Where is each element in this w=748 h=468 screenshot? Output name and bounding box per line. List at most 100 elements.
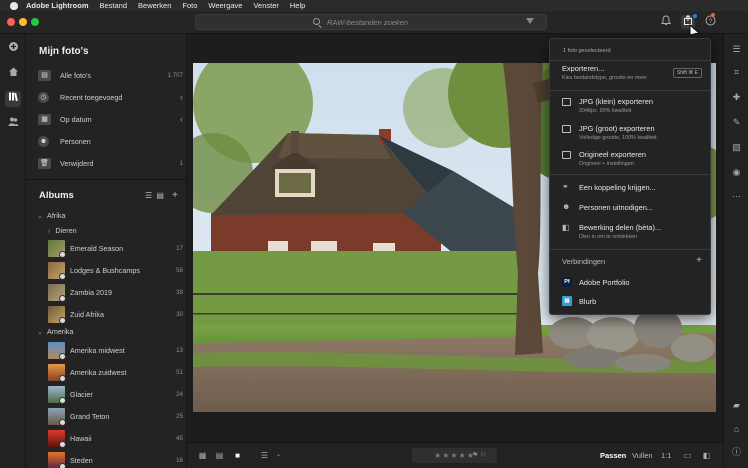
album-item[interactable]: Emerald Season 17 xyxy=(48,239,183,258)
menu-foto[interactable]: Foto xyxy=(182,1,197,10)
photo-grid-icon[interactable]: ▤ xyxy=(214,451,225,460)
chevron-right-icon[interactable]: › xyxy=(48,226,50,235)
nav-item-recent[interactable]: ◷ Recent toegevoegd ‹ xyxy=(38,88,183,106)
info-icon[interactable]: ⓘ xyxy=(730,446,743,459)
group-label: Amerika xyxy=(47,327,74,336)
album-group-dieren[interactable]: › Dieren xyxy=(48,226,77,235)
menu-weergave[interactable]: Weergave xyxy=(208,1,242,10)
filter-icon[interactable] xyxy=(526,18,534,24)
connections-title: Verbindingen xyxy=(562,257,606,266)
nav-item-deleted[interactable]: 🗑 Verwijderd 1 xyxy=(38,154,183,172)
album-thumbnail xyxy=(48,429,66,448)
keyboard-icon[interactable]: ▭ xyxy=(682,451,693,460)
bottom-bar: ▦ ▤ ■ ☰ ⌄ ★★★★★ ⚑ ⚐ Passen Vullen 1:1 ▭ … xyxy=(187,442,723,468)
list-view-icon[interactable]: ☰ xyxy=(145,191,152,200)
tag-icon[interactable]: ⌂ xyxy=(730,423,743,436)
album-item[interactable]: Hawaii 45 xyxy=(48,429,183,448)
album-group-amerika[interactable]: ⌄ Amerika xyxy=(37,327,73,336)
nav-item-label: Personen xyxy=(60,136,91,146)
gradient-icon[interactable]: ▧ xyxy=(730,141,743,154)
radial-icon[interactable]: ◉ xyxy=(730,166,743,179)
chevron-down-icon[interactable]: ⌄ xyxy=(37,211,43,220)
divider xyxy=(550,90,710,91)
export-jpg-large-item[interactable]: JPG (groot) exporteren Volledige grootte… xyxy=(562,124,707,141)
album-item[interactable]: Zuid Afrika 30 xyxy=(48,305,183,324)
blurb-icon: ▤ xyxy=(562,296,572,306)
album-item[interactable]: Steden 16 xyxy=(48,451,183,468)
zoom-window-button[interactable] xyxy=(31,18,39,26)
help-icon[interactable]: ? xyxy=(703,15,717,29)
album-group-afrika[interactable]: ⌄ Afrika xyxy=(37,211,65,220)
minimize-window-button[interactable] xyxy=(19,18,27,26)
nav-item-people[interactable]: ☻ Personen xyxy=(38,132,183,150)
menu-item-subtitle: 2048px, 90% kwaliteit xyxy=(579,108,632,114)
album-item[interactable]: Lodges & Bushcamps 58 xyxy=(48,261,183,280)
get-link-item[interactable]: ⚭ Een koppeling krijgen... xyxy=(562,182,707,192)
invite-people-item[interactable]: ☻ Personen uitnodigen... xyxy=(562,202,707,212)
search-field[interactable]: RAW-bestanden zoeken xyxy=(195,14,547,30)
comments-icon[interactable]: ▰ xyxy=(730,399,743,412)
export-jpg-small-item[interactable]: JPG (klein) exporteren 2048px, 90% kwali… xyxy=(562,97,707,114)
nav-item-label: Alle foto's xyxy=(60,70,91,80)
sort-icon[interactable]: ☰ xyxy=(259,451,270,460)
menu-help[interactable]: Help xyxy=(290,1,305,10)
add-connection-icon[interactable]: + xyxy=(696,255,702,266)
detail-view-icon[interactable]: ■ xyxy=(232,451,243,460)
chevron-down-icon[interactable]: ⌄ xyxy=(37,327,43,336)
nav-item-all-photos[interactable]: ▤ Alle foto's 1.707 xyxy=(38,66,183,84)
album-thumbnail xyxy=(48,261,66,280)
home-icon[interactable] xyxy=(5,66,21,82)
album-item[interactable]: Amerika midwest 13 xyxy=(48,341,183,360)
menu-item-title: Bewerking delen (bèta)... xyxy=(579,223,662,232)
album-item[interactable]: Grand Teton 25 xyxy=(48,407,183,426)
share-edit-item[interactable]: ◧ Bewerking delen (bèta)... Dien in om t… xyxy=(562,223,707,240)
album-count: 58 xyxy=(176,266,183,274)
healing-icon[interactable]: ✚ xyxy=(730,91,743,104)
menu-item-subtitle: Origineel + instellingen xyxy=(579,161,634,167)
add-album-icon[interactable]: + xyxy=(172,190,178,201)
menu-app-name[interactable]: Adobe Lightroom xyxy=(26,1,89,10)
compare-icon[interactable]: ◧ xyxy=(701,451,712,460)
brush-icon[interactable]: ✎ xyxy=(730,116,743,129)
apple-icon[interactable] xyxy=(10,1,18,10)
square-grid-icon[interactable]: ▦ xyxy=(197,451,208,460)
chevron-left-icon[interactable]: ‹ xyxy=(180,92,183,102)
album-thumbnail xyxy=(48,407,66,426)
chevron-down-icon[interactable]: ⌄ xyxy=(273,451,284,460)
library-icon[interactable] xyxy=(5,91,21,107)
close-window-button[interactable] xyxy=(7,18,15,26)
album-thumbnail xyxy=(48,283,66,302)
more-icon[interactable]: ⋯ xyxy=(730,190,743,203)
chevron-left-icon[interactable]: ‹ xyxy=(180,114,183,124)
fill-button[interactable]: Vullen xyxy=(632,451,653,460)
search-icon xyxy=(313,18,320,25)
album-label: Grand Teton xyxy=(70,411,110,421)
edit-sliders-icon[interactable]: ☰ xyxy=(730,43,743,56)
flag-icons[interactable]: ⚑ ⚐ xyxy=(472,451,487,459)
add-photos-icon[interactable] xyxy=(5,41,21,57)
menu-bewerken[interactable]: Bewerken xyxy=(138,1,171,10)
left-panel: Mijn foto's ▤ Alle foto's 1.707 ◷ Recent… xyxy=(26,34,187,468)
bell-icon[interactable] xyxy=(659,15,673,29)
link-icon: ⚭ xyxy=(562,182,569,191)
nav-item-by-date[interactable]: ▦ Op datum ‹ xyxy=(38,110,183,128)
menu-venster[interactable]: Venster xyxy=(253,1,278,10)
menu-item-title: Origineel exporteren xyxy=(579,150,646,159)
connection-blurb[interactable]: ▤ Blurb xyxy=(562,296,707,306)
connection-adobe-portfolio[interactable]: Pf Adobe Portfolio xyxy=(562,277,707,287)
sort-icon[interactable]: ▤ xyxy=(156,191,164,200)
trash-icon: 🗑 xyxy=(38,157,51,169)
export-original-item[interactable]: Origineel exporteren Origineel + instell… xyxy=(562,150,707,167)
fit-button[interactable]: Passen xyxy=(600,451,626,460)
menu-item-title: Een koppeling krijgen... xyxy=(579,183,656,192)
crop-icon[interactable]: ⌗ xyxy=(730,66,743,79)
one-to-one-button[interactable]: 1:1 xyxy=(661,451,671,460)
menu-bestand[interactable]: Bestand xyxy=(100,1,128,10)
menu-item-title: JPG (groot) exporteren xyxy=(579,124,655,133)
album-item[interactable]: Zambia 2019 38 xyxy=(48,283,183,302)
album-item[interactable]: Glacier 24 xyxy=(48,385,183,404)
export-menu-item[interactable]: Exporteren... Kies bestandstype, grootte… xyxy=(562,64,707,81)
people-icon[interactable] xyxy=(5,116,21,132)
panel-title: Mijn foto's xyxy=(39,46,89,57)
album-item[interactable]: Amerika zuidwest 51 xyxy=(48,363,183,382)
